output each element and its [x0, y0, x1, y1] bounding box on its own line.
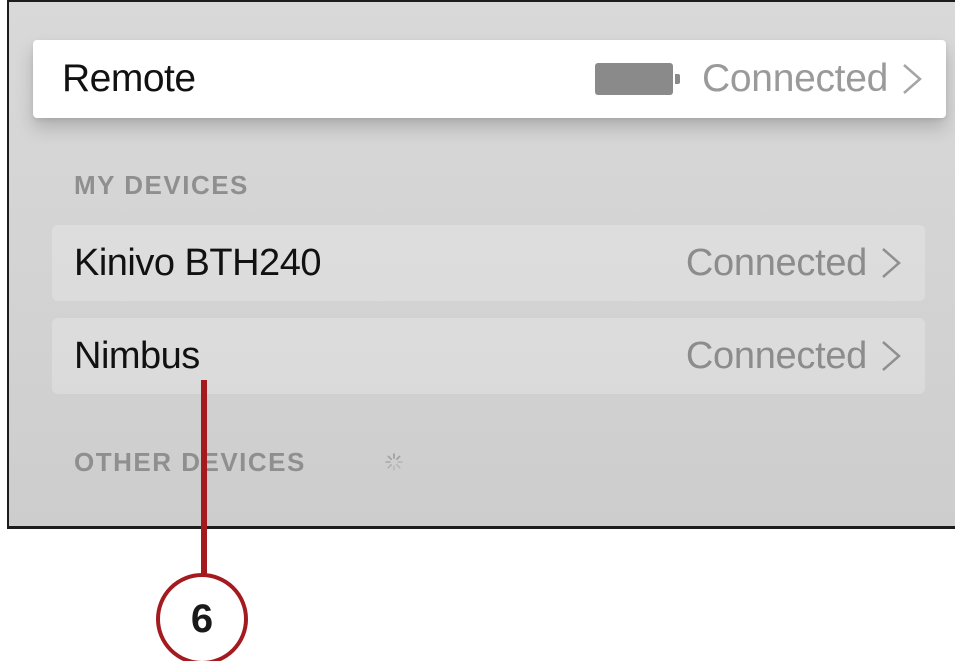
device-status: Connected — [685, 241, 867, 284]
callout-line — [201, 380, 207, 580]
chevron-right-icon — [903, 64, 922, 94]
remote-row[interactable]: Remote Connected — [33, 40, 946, 118]
chevron-right-icon — [882, 341, 901, 371]
bluetooth-settings-screen: Remote Connected MY DEVICES Kinivo BTH24… — [7, 0, 955, 529]
callout-number: 6 — [190, 596, 214, 641]
remote-label: Remote — [62, 57, 196, 100]
device-status: Connected — [685, 334, 867, 377]
section-header-my-devices: MY DEVICES — [74, 170, 249, 200]
callout-badge: 6 — [156, 573, 248, 661]
device-row-nimbus[interactable]: Nimbus Connected — [52, 318, 925, 394]
device-label: Nimbus — [74, 334, 200, 377]
device-label: Kinivo BTH240 — [74, 241, 321, 284]
loading-spinner-icon — [385, 453, 403, 471]
battery-icon — [595, 63, 681, 95]
device-row-kinivo[interactable]: Kinivo BTH240 Connected — [52, 225, 925, 301]
remote-status: Connected — [702, 57, 888, 100]
section-header-other-devices: OTHER DEVICES — [74, 447, 306, 477]
chevron-right-icon — [882, 248, 901, 278]
